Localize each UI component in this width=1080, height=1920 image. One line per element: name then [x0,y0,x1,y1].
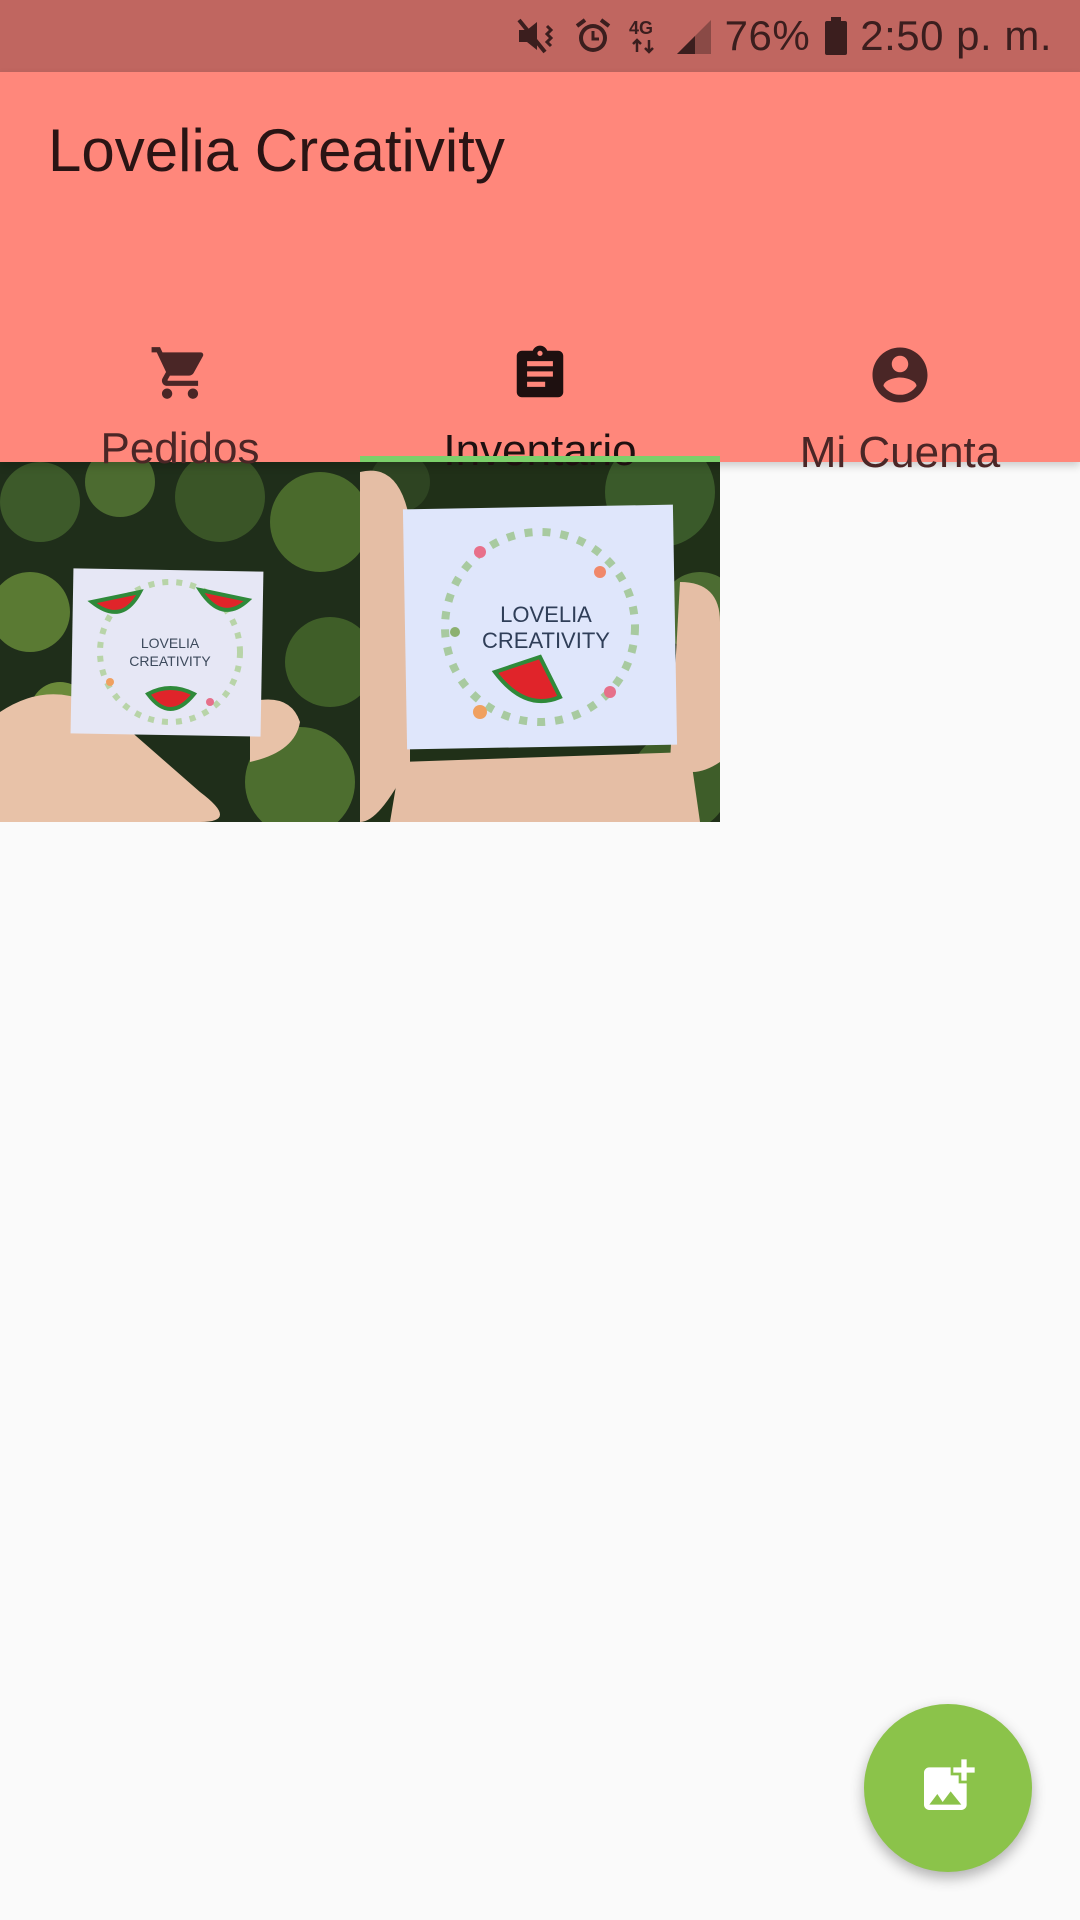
product-photo: LOVELIA CREATIVITY [360,462,720,822]
add-photo-button[interactable] [864,1704,1032,1872]
tab-pedidos[interactable]: Pedidos [0,262,360,473]
inventory-item[interactable]: LOVELIA CREATIVITY [360,462,720,822]
svg-text:CREATIVITY: CREATIVITY [482,628,610,653]
cart-icon [147,342,213,404]
svg-text:4G: 4G [629,18,653,38]
svg-text:LOVELIA: LOVELIA [500,602,592,627]
clipboard-icon [509,342,571,406]
tab-label: Mi Cuenta [799,428,1001,477]
battery-icon [824,16,848,56]
svg-text:CREATIVITY: CREATIVITY [129,653,211,669]
account-circle-icon [867,342,933,408]
clock: 2:50 p. m. [860,12,1052,59]
tab-indicator [360,456,720,462]
inventory-item[interactable]: LOVELIA CREATIVITY [0,462,360,822]
app-bar: Lovelia Creativity Pedidos Inventario Mi… [0,72,1080,477]
alarm-icon [573,16,613,56]
mute-vibrate-icon [515,16,559,56]
svg-text:LOVELIA: LOVELIA [141,635,200,651]
battery-percentage: 76% [724,12,811,59]
product-photo: LOVELIA CREATIVITY [0,462,360,822]
tab-label: Inventario [443,426,637,475]
signal-icon [675,16,713,56]
tab-bar: Pedidos Inventario Mi Cuenta [0,262,1080,477]
app-title: Lovelia Creativity [48,117,505,184]
tab-label: Pedidos [100,424,260,473]
status-bar: 4G 76% 2:50 p. m. [0,0,1080,72]
add-photo-icon [916,1754,980,1823]
tab-mi-cuenta[interactable]: Mi Cuenta [720,262,1080,477]
inventory-grid: LOVELIA CREATIVITY LOVELIA CREATIVITY [0,462,1080,822]
tab-inventario[interactable]: Inventario [360,262,720,475]
network-4g-icon: 4G [627,16,661,56]
